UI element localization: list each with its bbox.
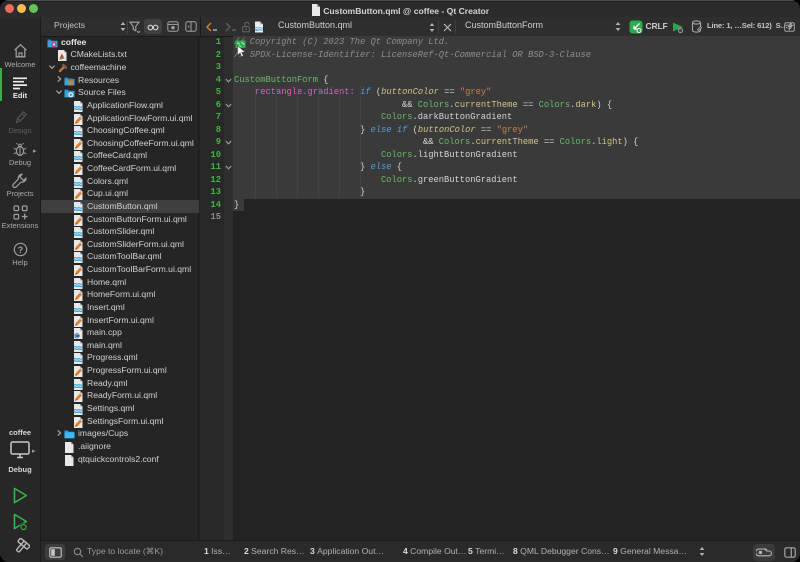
svg-text:?: ?: [17, 245, 23, 255]
svg-text:C: C: [75, 334, 79, 339]
